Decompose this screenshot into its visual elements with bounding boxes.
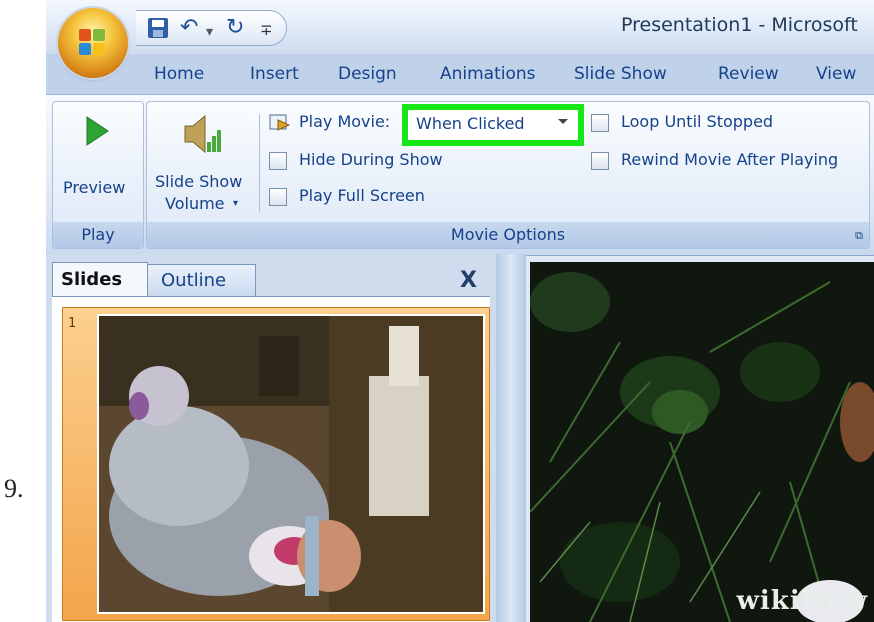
dialog-launcher-icon[interactable]: ⧉ (855, 229, 863, 243)
redo-icon[interactable]: ↻ (226, 15, 244, 41)
tab-slides[interactable]: Slides (52, 262, 148, 296)
tab-outline[interactable]: Outline (146, 264, 256, 296)
preview-label: Preview (63, 178, 126, 197)
save-icon[interactable] (148, 18, 168, 38)
slide-show-volume-button[interactable]: Slide Show Volume ▾ (151, 102, 251, 220)
customize-toolbar-icon[interactable]: ∓ (260, 17, 273, 43)
step-number: 9. (4, 474, 24, 503)
play-movie-label: Play Movie: (299, 112, 391, 131)
movie-options-group-label: Movie Options (147, 222, 869, 248)
office-button[interactable] (58, 8, 128, 78)
pane-splitter[interactable] (496, 254, 526, 622)
rewind-movie-label: Rewind Movie After Playing (621, 150, 839, 169)
volume-dropdown-icon: ▾ (233, 198, 239, 209)
slide-thumbnails: 1 (52, 296, 490, 622)
main-slide-canvas[interactable]: wikiHow (530, 262, 874, 622)
volume-label-line2: Volume (165, 194, 225, 213)
slide-thumbnail-1[interactable]: 1 (62, 307, 490, 621)
slide-photo (97, 314, 485, 614)
tab-slide-show[interactable]: Slide Show (574, 64, 667, 84)
chevron-down-icon (558, 119, 568, 124)
grass-photo-image (530, 262, 874, 622)
play-group: Preview Play (52, 101, 144, 249)
hide-during-show-checkbox[interactable] (269, 152, 287, 170)
close-pane-icon[interactable]: X (460, 268, 477, 293)
tab-home[interactable]: Home (154, 64, 204, 84)
slides-pane: Outline Slides X 1 (46, 254, 496, 622)
tab-view[interactable]: View (816, 64, 856, 84)
hide-during-show-label: Hide During Show (299, 150, 443, 169)
slide-number: 1 (68, 316, 77, 331)
window-title: Presentation1 - Microsoft (621, 14, 858, 36)
office-logo-icon (79, 29, 107, 57)
tab-animations[interactable]: Animations (440, 64, 536, 84)
watermark: wikiHow (736, 586, 868, 616)
tab-design[interactable]: Design (338, 64, 397, 84)
speaker-volume-icon (184, 114, 221, 154)
loop-until-stopped-label: Loop Until Stopped (621, 112, 774, 131)
volume-label-line1: Slide Show (155, 172, 243, 191)
group-separator (259, 114, 260, 212)
play-full-screen-checkbox[interactable] (269, 188, 287, 206)
loop-until-stopped-checkbox[interactable] (591, 114, 609, 132)
undo-icon[interactable]: ↶ (180, 15, 198, 41)
tab-review[interactable]: Review (718, 64, 779, 84)
undo-dropdown-icon[interactable]: ▾ (206, 19, 213, 45)
play-icon (86, 116, 109, 146)
rewind-movie-checkbox[interactable] (591, 152, 609, 170)
play-movie-icon (269, 114, 291, 131)
quick-access-toolbar: ↶ ▾ ↻ ∓ (136, 10, 287, 46)
ribbon-tabs: Home Insert Design Animations Slide Show… (46, 54, 874, 94)
play-movie-value: When Clicked (416, 114, 525, 133)
play-full-screen-label: Play Full Screen (299, 186, 425, 205)
tab-insert[interactable]: Insert (250, 64, 299, 84)
preview-button[interactable]: Preview (53, 102, 143, 220)
title-bar: ↶ ▾ ↻ ∓ Presentation1 - Microsoft (46, 0, 874, 54)
play-movie-dropdown[interactable]: When Clicked (402, 104, 584, 146)
baby-photo-image (99, 316, 483, 612)
powerpoint-window: ↶ ▾ ↻ ∓ Presentation1 - Microsoft Home I… (46, 0, 874, 622)
play-group-label: Play (53, 222, 143, 248)
